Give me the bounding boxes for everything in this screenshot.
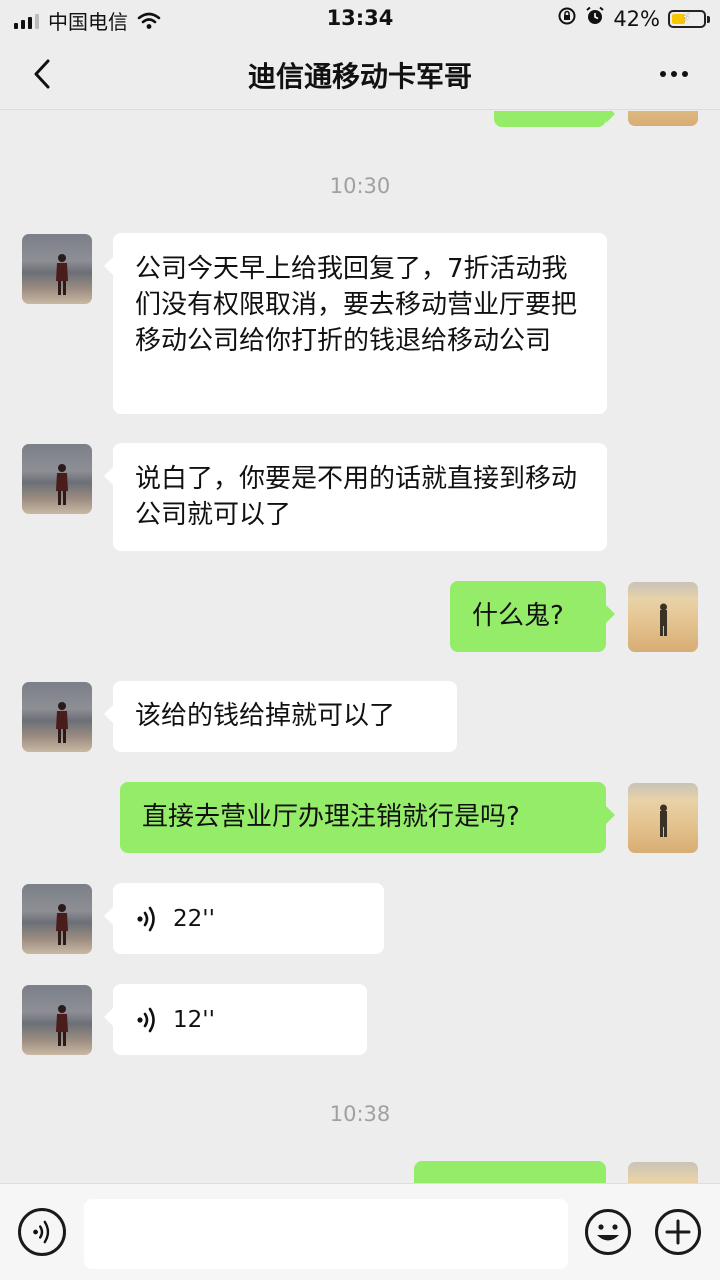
battery-icon: ⚡ [668, 9, 710, 28]
emoji-button[interactable] [584, 1208, 632, 1256]
voice-duration: 12'' [173, 1006, 215, 1033]
chat-header: 迪信通移动卡军哥 [0, 38, 720, 110]
message-input[interactable] [84, 1199, 568, 1269]
status-bar: 中国电信 13:34 42% ⚡ [0, 0, 720, 38]
message-timestamp: 10:38 [329, 1102, 391, 1126]
voice-input-button[interactable] [18, 1208, 66, 1256]
chevron-left-icon [34, 59, 50, 89]
outgoing-bubble-partial[interactable] [494, 111, 615, 127]
message-timestamp: 10:30 [329, 174, 391, 198]
carrier-name: 中国电信 [48, 10, 128, 34]
contact-avatar[interactable] [22, 234, 92, 304]
contact-avatar[interactable] [22, 682, 92, 752]
smiley-icon [585, 1209, 631, 1255]
message-bubble[interactable]: 说白了，你要是不用的话就直接到移动公司就可以了 [104, 443, 607, 551]
message-bubble[interactable]: 直接去营业厅办理注销就行是吗? [120, 782, 615, 853]
voice-wave-icon [33, 1220, 50, 1244]
my-avatar[interactable] [628, 111, 698, 126]
my-avatar[interactable] [628, 1162, 698, 1183]
cellular-signal-icon [14, 13, 39, 29]
message-text: 直接去营业厅办理注销就行是吗? [142, 802, 520, 832]
more-functions-button[interactable] [654, 1208, 702, 1256]
alarm-clock-icon [585, 6, 605, 31]
message-text: 什么鬼? [472, 601, 564, 631]
message-bubble[interactable]: 什么鬼? [450, 581, 615, 652]
contact-avatar[interactable] [22, 444, 92, 514]
voice-message-bubble[interactable]: 22'' [104, 883, 384, 954]
input-bar [0, 1183, 720, 1280]
voice-message-bubble[interactable]: 12'' [104, 984, 367, 1055]
contact-avatar[interactable] [22, 884, 92, 954]
message-text: 该给的钱给掉就可以了 [135, 701, 396, 731]
message-list[interactable]: 10:30 公司今天早上给我回复了，7折活动我们没有权限取消，要去移动营业厅要把… [0, 111, 720, 1183]
contact-avatar[interactable] [22, 985, 92, 1055]
rotation-lock-icon [557, 6, 577, 31]
battery-percent: 42% [613, 6, 660, 31]
back-button[interactable] [22, 54, 62, 94]
more-options-button[interactable] [654, 56, 694, 92]
my-avatar[interactable] [628, 783, 698, 853]
wifi-icon [137, 12, 161, 30]
my-avatar[interactable] [628, 582, 698, 652]
more-dots-icon [660, 71, 666, 77]
voice-wave-icon [137, 1007, 155, 1032]
message-text: 公司今天早上给我回复了，7折活动我们没有权限取消，要去移动营业厅要把移动公司给你… [135, 254, 578, 356]
voice-wave-icon [137, 906, 155, 931]
outgoing-bubble-partial[interactable] [414, 1161, 606, 1183]
contact-name-title: 迪信通移动卡军哥 [247, 60, 472, 93]
message-bubble[interactable]: 公司今天早上给我回复了，7折活动我们没有权限取消，要去移动营业厅要把移动公司给你… [104, 233, 607, 414]
voice-duration: 22'' [173, 905, 215, 932]
message-bubble[interactable]: 该给的钱给掉就可以了 [104, 681, 457, 752]
message-text: 说白了，你要是不用的话就直接到移动公司就可以了 [135, 464, 578, 530]
plus-circle-icon [655, 1209, 701, 1255]
chat-screen: 中国电信 13:34 42% ⚡ 迪信通移动卡军哥 10:30 公司今天早上给我… [0, 0, 720, 1280]
